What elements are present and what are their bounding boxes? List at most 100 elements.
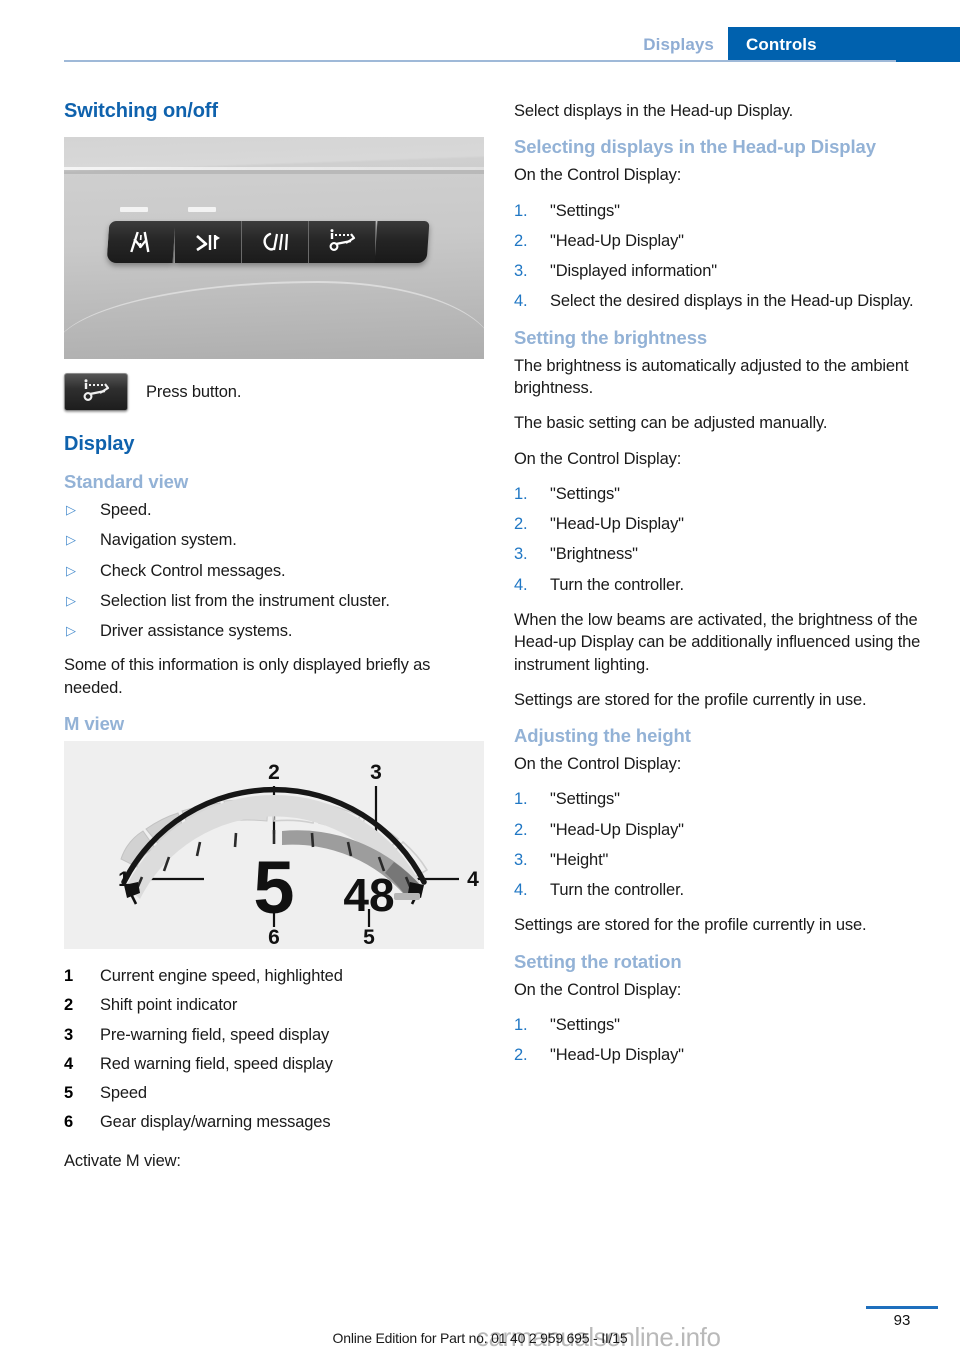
on-control-display-3: On the Control Display:: [514, 755, 682, 774]
manual-page: Displays Controls Switching on/off Press…: [0, 0, 960, 1362]
legend-label: Speed: [100, 1084, 147, 1103]
head-up-display-key[interactable]: [64, 373, 128, 411]
step-label: "Displayed information": [550, 262, 717, 281]
list-item: 4. Turn the controller.: [514, 879, 934, 901]
page-header: Displays Controls: [0, 0, 960, 62]
step-number: 2.: [514, 515, 528, 534]
brightness-paragraph-1: The brightness is automatically adjusted…: [514, 356, 909, 398]
right-column: Select displays in the Head-up Display. …: [514, 100, 934, 1080]
legend-label: Red warning field, speed display: [100, 1054, 333, 1073]
list-item: 5 Speed: [64, 1082, 484, 1104]
triangle-bullet-icon: ▷: [66, 592, 76, 608]
list-item: 1 Current engine speed, highlighted: [64, 965, 484, 987]
list-item: 4. Select the desired displays in the He…: [514, 290, 934, 312]
press-button-row: Press button.: [64, 373, 484, 411]
step-number: 1.: [514, 484, 528, 503]
list-item-label: Speed.: [100, 501, 152, 520]
brightness-steps: 1. "Settings" 2. "Head-Up Display" 3. "B…: [514, 483, 934, 596]
triangle-bullet-icon: ▷: [66, 502, 76, 518]
heading-adjusting-height: Adjusting the height: [514, 725, 691, 747]
step-number: 2.: [514, 820, 528, 839]
list-item-label: Driver assistance systems.: [100, 622, 293, 641]
step-label: "Head-Up Display": [550, 231, 684, 250]
left-column: Switching on/off Press button. Display S…: [64, 100, 484, 1185]
brightness-paragraph-2: The basic setting can be adjusted manual…: [514, 414, 828, 433]
step-number: 4.: [514, 575, 528, 594]
list-item: ▷ Speed.: [64, 499, 484, 521]
callout-1: 1: [118, 868, 130, 891]
legend-label: Gear display/warning messages: [100, 1113, 331, 1132]
selecting-displays-steps: 1. "Settings" 2. "Head-Up Display" 3. "D…: [514, 200, 934, 313]
list-item: 2. "Head-Up Display": [514, 1044, 934, 1066]
panel-contour: [64, 281, 484, 351]
list-item: 1. "Settings": [514, 1014, 934, 1036]
m-view-legend: 1 Current engine speed, highlighted 2 Sh…: [64, 965, 484, 1134]
step-label: "Settings": [550, 790, 620, 809]
height-steps: 1. "Settings" 2. "Head-Up Display" 3. "H…: [514, 788, 934, 901]
list-item: ▷ Driver assistance systems.: [64, 620, 484, 642]
head-up-display-button[interactable]: [309, 221, 376, 263]
step-label: "Settings": [550, 1016, 620, 1035]
legend-label: Pre-warning field, speed display: [100, 1025, 330, 1044]
m-view-tachometer-figure: 5 48 1 2 3 4 5 6: [64, 741, 484, 950]
step-label: Select the desired displays in the Head-…: [550, 292, 914, 311]
callout-5: 5: [363, 926, 375, 949]
edition-footer: Online Edition for Part no. 01 40 2 959 …: [332, 1330, 628, 1346]
step-label: "Head-Up Display": [550, 820, 684, 839]
tab-displays-label: Displays: [643, 34, 714, 54]
blank-button-cover: [374, 221, 430, 263]
tab-displays[interactable]: Displays: [625, 27, 728, 62]
list-item: 2. "Head-Up Display": [514, 230, 934, 252]
heading-switching-on-off: Switching on/off: [64, 100, 218, 122]
step-number: 1.: [514, 201, 528, 220]
list-item: 1. "Settings": [514, 200, 934, 222]
list-item: 2. "Head-Up Display": [514, 513, 934, 535]
head-up-display-icon: [83, 379, 110, 401]
step-label: "Settings": [550, 484, 620, 503]
standard-view-list: ▷ Speed. ▷ Navigation system. ▷ Check Co…: [64, 499, 484, 642]
head-up-display-icon: [329, 229, 356, 251]
list-item-label: Navigation system.: [100, 531, 237, 550]
legend-number: 1: [64, 967, 74, 986]
list-item: 4. Turn the controller.: [514, 574, 934, 596]
callout-6: 6: [268, 926, 280, 949]
list-item: ▷ Navigation system.: [64, 529, 484, 551]
tab-controls-label: Controls: [746, 34, 817, 54]
legend-number: 4: [64, 1054, 74, 1073]
lane-departure-warning-button[interactable]: [106, 221, 177, 263]
lane-change-warning-button[interactable]: [175, 221, 242, 263]
settings-stored-note-1: Settings are stored for the profile curr…: [514, 690, 867, 709]
list-item: ▷ Selection list from the instrument clu…: [64, 590, 484, 612]
step-label: "Head-Up Display": [550, 1046, 684, 1065]
list-item: 2 Shift point indicator: [64, 994, 484, 1016]
step-number: 1.: [514, 1016, 528, 1035]
heading-display: Display: [64, 433, 135, 455]
header-divider: [64, 60, 896, 62]
step-label: "Height": [550, 850, 609, 869]
legend-number: 6: [64, 1113, 74, 1132]
lane-change-warning-icon: [196, 235, 220, 252]
trim-shadow: [64, 170, 484, 174]
on-control-display-4: On the Control Display:: [514, 980, 682, 999]
step-number: 4.: [514, 881, 528, 900]
section-tabs: Displays Controls: [625, 27, 960, 62]
night-vision-icon: [263, 232, 289, 251]
tab-controls[interactable]: Controls: [728, 27, 960, 62]
list-item: 6 Gear display/warning messages: [64, 1111, 484, 1133]
callout-4: 4: [467, 868, 479, 891]
step-number: 1.: [514, 790, 528, 809]
heading-setting-rotation: Setting the rotation: [514, 950, 682, 972]
step-number: 3.: [514, 850, 528, 869]
step-number: 2.: [514, 1046, 528, 1065]
callout-3: 3: [370, 761, 382, 784]
page-number-rule: [866, 1306, 938, 1309]
heading-standard-view: Standard view: [64, 471, 189, 492]
step-label: "Head-Up Display": [550, 515, 684, 534]
intro-text: Select displays in the Head-up Display.: [514, 102, 794, 120]
triangle-bullet-icon: ▷: [66, 623, 76, 639]
triangle-bullet-icon: ▷: [66, 562, 76, 578]
console-buttons-photo: [64, 137, 484, 359]
triangle-bullet-icon: ▷: [66, 532, 76, 548]
heading-selecting-displays: Selecting displays in the Head-up Displa…: [514, 136, 876, 158]
night-vision-button[interactable]: [242, 221, 309, 263]
